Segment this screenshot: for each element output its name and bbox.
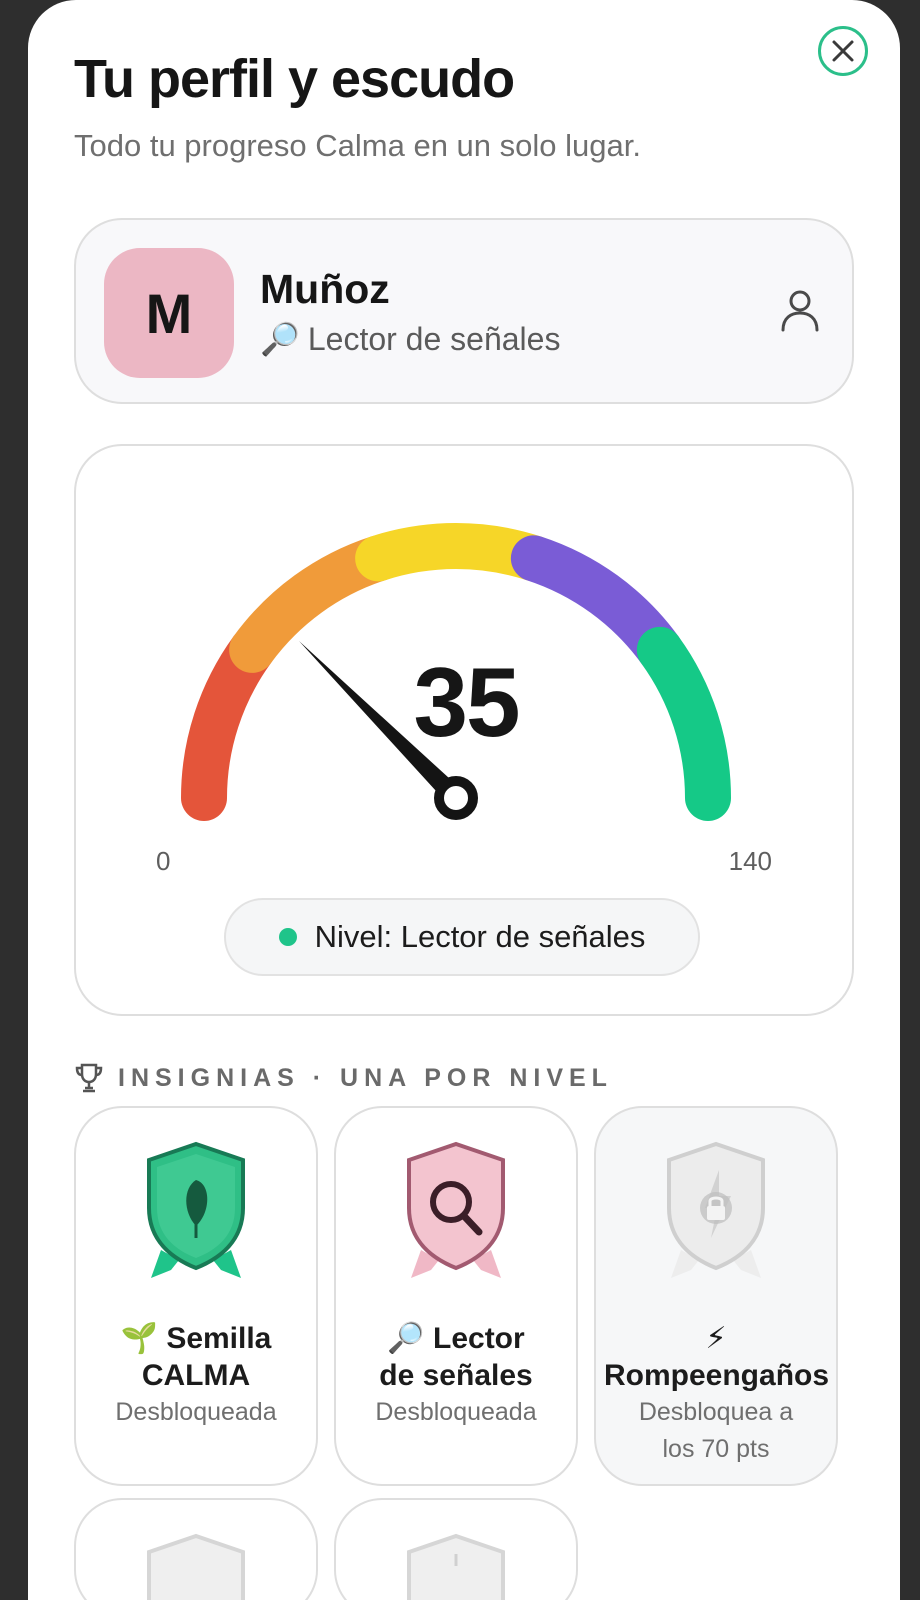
- badges-section-label: INSIGNIAS · UNA POR NIVEL: [118, 1063, 613, 1092]
- badge-status: Desbloquea a los 70 pts: [638, 1398, 794, 1463]
- profile-name: Muñoz: [260, 266, 390, 312]
- profile-modal: Tu perfil y escudo Todo tu progreso Calm…: [28, 0, 900, 1600]
- badge-card-next-1[interactable]: [74, 1498, 318, 1600]
- level-label: Nivel: Lector de señales: [314, 919, 646, 954]
- score-value: 35: [413, 647, 520, 757]
- gauge-segment: [636, 626, 731, 821]
- page-subtitle: Todo tu progreso Calma en un solo lugar.: [74, 128, 641, 163]
- sprout-icon: 🌱: [120, 1322, 158, 1355]
- page-title: Tu perfil y escudo: [74, 49, 515, 109]
- score-gauge-card: 35 0 140 Nivel: Lector de señales: [74, 444, 854, 1016]
- avatar: M: [104, 248, 234, 378]
- badge-name: 🔎 Lector de señales: [379, 1322, 533, 1392]
- user-icon: [781, 290, 819, 332]
- profile-card[interactable]: M Muñoz 🔎 Lector de señales: [74, 218, 854, 404]
- gauge-segment: [229, 535, 402, 673]
- magnifier-icon: 🔎: [387, 1322, 425, 1355]
- badges-section-header: INSIGNIAS · UNA POR NIVEL: [74, 1062, 613, 1094]
- badge-card-semilla[interactable]: 🌱 Semilla CALMA Desbloqueada: [74, 1106, 318, 1486]
- shield-icon: [407, 1533, 505, 1600]
- badge-status: Desbloqueada: [375, 1398, 537, 1426]
- gauge-max-label: 140: [728, 846, 772, 876]
- profile-role-label: Lector de señales: [307, 320, 561, 357]
- badge-status: Desbloqueada: [115, 1398, 277, 1426]
- level-dot-icon: [278, 928, 297, 946]
- gauge-min-label: 0: [156, 846, 171, 876]
- gauge-segment: [355, 523, 557, 582]
- magnifier-icon: 🔎: [260, 321, 300, 357]
- lightning-icon: ⚡: [705, 1322, 727, 1355]
- trophy-icon: [75, 1063, 103, 1093]
- badge-card-next-2[interactable]: [334, 1498, 578, 1600]
- badge-name: ⚡ Rompeengaños: [604, 1322, 830, 1392]
- level-pill: Nivel: Lector de señales: [224, 898, 700, 976]
- close-button[interactable]: [818, 26, 868, 76]
- locked-shield-icon: [667, 1141, 765, 1278]
- gauge-segment: [181, 626, 276, 821]
- close-icon: [832, 40, 854, 62]
- badge-name: 🌱 Semilla CALMA: [120, 1322, 272, 1392]
- gauge-segment: [510, 535, 683, 673]
- badge-card-rompeenganos[interactable]: ⚡ Rompeengaños Desbloquea a los 70 pts: [594, 1106, 838, 1486]
- gauge-needle-hub: [434, 776, 478, 820]
- shield-icon: [147, 1533, 245, 1600]
- magnifier-shield-icon: [407, 1141, 505, 1278]
- badge-card-lector[interactable]: 🔎 Lector de señales Desbloqueada: [334, 1106, 578, 1486]
- leaf-shield-icon: [147, 1141, 245, 1278]
- user-profile-button[interactable]: [774, 284, 826, 336]
- profile-role: 🔎 Lector de señales: [260, 320, 560, 358]
